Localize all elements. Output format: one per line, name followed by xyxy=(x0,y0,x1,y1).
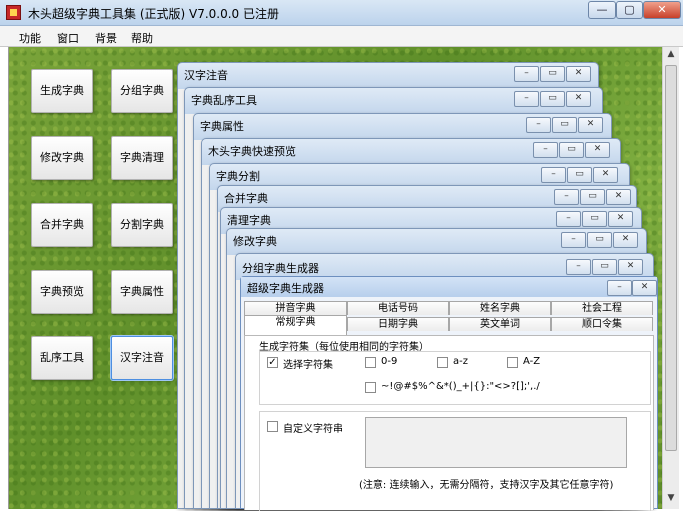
window-title: 木头超级字典工具集 (正式版) V7.0.0.0 已注册 xyxy=(28,7,279,21)
child-restore-button[interactable]: ▭ xyxy=(540,66,565,82)
child-restore-button[interactable]: ▭ xyxy=(592,259,617,275)
close-button[interactable]: ✕ xyxy=(643,1,681,19)
digits-checkbox[interactable] xyxy=(365,357,376,368)
clean-dict-button[interactable]: 字典清理 xyxy=(111,136,173,180)
child-restore-button[interactable]: ▭ xyxy=(540,91,565,107)
custom-string-label: 自定义字符串 xyxy=(283,424,343,435)
child-window-title: 字典乱序工具 xyxy=(191,94,257,107)
child-window-buttons: – ▭ ✕ xyxy=(526,117,603,133)
generator-minimize-button[interactable]: – xyxy=(607,280,632,296)
child-minimize-button[interactable]: – xyxy=(561,232,586,248)
merge-dict-button[interactable]: 合并字典 xyxy=(31,203,93,247)
child-close-button[interactable]: ✕ xyxy=(585,142,610,158)
scroll-up-icon[interactable]: ▲ xyxy=(665,49,677,59)
uppercase-checkbox[interactable] xyxy=(507,357,518,368)
symbols-checkbox[interactable] xyxy=(365,382,376,393)
digits-label: 0-9 xyxy=(381,356,398,367)
child-window-title: 字典分割 xyxy=(216,170,260,183)
split-dict-button[interactable]: 分割字典 xyxy=(111,203,173,247)
child-window-buttons: – ▭ ✕ xyxy=(561,232,638,248)
tab-phone-number[interactable]: 电话号码 xyxy=(347,301,449,315)
child-restore-button[interactable]: ▭ xyxy=(552,117,577,133)
symbols-label: ~!@#$%^&*()_+|{}:"<>?[];',./ xyxy=(381,381,540,392)
child-minimize-button[interactable]: – xyxy=(541,167,566,183)
child-window-title: 木头字典快速预览 xyxy=(208,145,296,158)
minimize-button[interactable]: — xyxy=(588,1,616,19)
child-close-button[interactable]: ✕ xyxy=(578,117,603,133)
child-restore-button[interactable]: ▭ xyxy=(582,211,607,227)
custom-string-textarea[interactable] xyxy=(365,417,627,468)
child-window-buttons: – ▭ ✕ xyxy=(541,167,618,183)
generator-window-buttons: – ✕ xyxy=(607,280,657,296)
tab-social-engineering[interactable]: 社会工程 xyxy=(551,301,653,315)
child-close-button[interactable]: ✕ xyxy=(593,167,618,183)
tab-tongue-twister[interactable]: 顺口令集 xyxy=(551,317,653,331)
child-window-buttons: – ▭ ✕ xyxy=(556,211,633,227)
child-restore-button[interactable]: ▭ xyxy=(567,167,592,183)
child-restore-button[interactable]: ▭ xyxy=(580,189,605,205)
menu-bar: 功能 窗口 背景 帮助 xyxy=(0,26,683,47)
custom-string-note: (注意: 连续输入，无需分隔符，支持汉字及其它任意字符) xyxy=(359,480,614,491)
generator-window[interactable]: 超级字典生成器 – ✕ 拼音字典 电话号码 姓名字典 社会工程 常规字典 日期字… xyxy=(240,276,658,511)
child-close-button[interactable]: ✕ xyxy=(606,189,631,205)
menu-help[interactable]: 帮助 xyxy=(131,30,153,46)
custom-string-checkbox[interactable] xyxy=(267,421,278,432)
child-minimize-button[interactable]: – xyxy=(554,189,579,205)
uppercase-label: A-Z xyxy=(523,356,541,367)
child-window-buttons: – ▭ ✕ xyxy=(514,91,591,107)
child-window-title: 合并字典 xyxy=(224,192,268,205)
child-restore-button[interactable]: ▭ xyxy=(587,232,612,248)
child-window-buttons: – ▭ ✕ xyxy=(554,189,631,205)
window-titlebar: 木头超级字典工具集 (正式版) V7.0.0.0 已注册 — ▢ ✕ xyxy=(0,0,683,26)
child-minimize-button[interactable]: – xyxy=(514,66,539,82)
preview-dict-button[interactable]: 字典预览 xyxy=(31,270,93,314)
general-dict-panel: 生成字符集（每位使用相同的字符集） ✓ 选择字符集 0-9 a-z A-Z ~!… xyxy=(244,335,654,511)
child-minimize-button[interactable]: – xyxy=(566,259,591,275)
child-close-button[interactable]: ✕ xyxy=(618,259,643,275)
tab-date-dict[interactable]: 日期字典 xyxy=(347,317,449,331)
child-close-button[interactable]: ✕ xyxy=(608,211,633,227)
modify-dict-button[interactable]: 修改字典 xyxy=(31,136,93,180)
menu-background[interactable]: 背景 xyxy=(95,30,117,46)
child-minimize-button[interactable]: – xyxy=(526,117,551,133)
child-window-buttons: – ▭ ✕ xyxy=(533,142,610,158)
child-minimize-button[interactable]: – xyxy=(514,91,539,107)
tab-name-dict[interactable]: 姓名字典 xyxy=(449,301,551,315)
generate-dict-button[interactable]: 生成字典 xyxy=(31,69,93,113)
lowercase-checkbox[interactable] xyxy=(437,357,448,368)
scroll-down-icon[interactable]: ▼ xyxy=(665,493,677,503)
select-charset-label: 选择字符集 xyxy=(283,360,333,371)
dict-properties-button[interactable]: 字典属性 xyxy=(111,270,173,314)
group-dict-button[interactable]: 分组字典 xyxy=(111,69,173,113)
lowercase-label: a-z xyxy=(453,356,468,367)
vertical-scrollbar[interactable]: ▲ ▼ xyxy=(662,47,679,509)
child-minimize-button[interactable]: – xyxy=(533,142,558,158)
tab-general-dict[interactable]: 常规字典 xyxy=(244,315,347,335)
child-window-title: 字典属性 xyxy=(200,120,244,133)
generator-close-button[interactable]: ✕ xyxy=(632,280,657,296)
child-window-title: 汉字注音 xyxy=(184,69,228,82)
generator-title: 超级字典生成器 xyxy=(247,282,324,295)
child-restore-button[interactable]: ▭ xyxy=(559,142,584,158)
child-close-button[interactable]: ✕ xyxy=(566,66,591,82)
tab-pinyin-dict[interactable]: 拼音字典 xyxy=(244,301,347,315)
app-logo-icon xyxy=(6,5,21,20)
tab-english-words[interactable]: 英文单词 xyxy=(449,317,551,331)
maximize-button[interactable]: ▢ xyxy=(616,1,643,19)
child-window-buttons: – ▭ ✕ xyxy=(566,259,643,275)
shuffle-tool-button[interactable]: 乱序工具 xyxy=(31,336,93,380)
child-close-button[interactable]: ✕ xyxy=(566,91,591,107)
child-window-buttons: – ▭ ✕ xyxy=(514,66,591,82)
pinyin-annotation-button[interactable]: 汉字注音 xyxy=(111,336,173,380)
child-window-title: 分组字典生成器 xyxy=(242,262,319,275)
scroll-thumb[interactable] xyxy=(665,65,677,451)
child-window-title: 清理字典 xyxy=(227,214,271,227)
generator-titlebar: 超级字典生成器 – ✕ xyxy=(241,277,657,297)
child-close-button[interactable]: ✕ xyxy=(613,232,638,248)
select-charset-checkbox[interactable]: ✓ xyxy=(267,357,278,368)
child-window-title: 修改字典 xyxy=(233,235,277,248)
menu-window[interactable]: 窗口 xyxy=(57,30,79,46)
menu-function[interactable]: 功能 xyxy=(19,30,41,46)
child-minimize-button[interactable]: – xyxy=(556,211,581,227)
